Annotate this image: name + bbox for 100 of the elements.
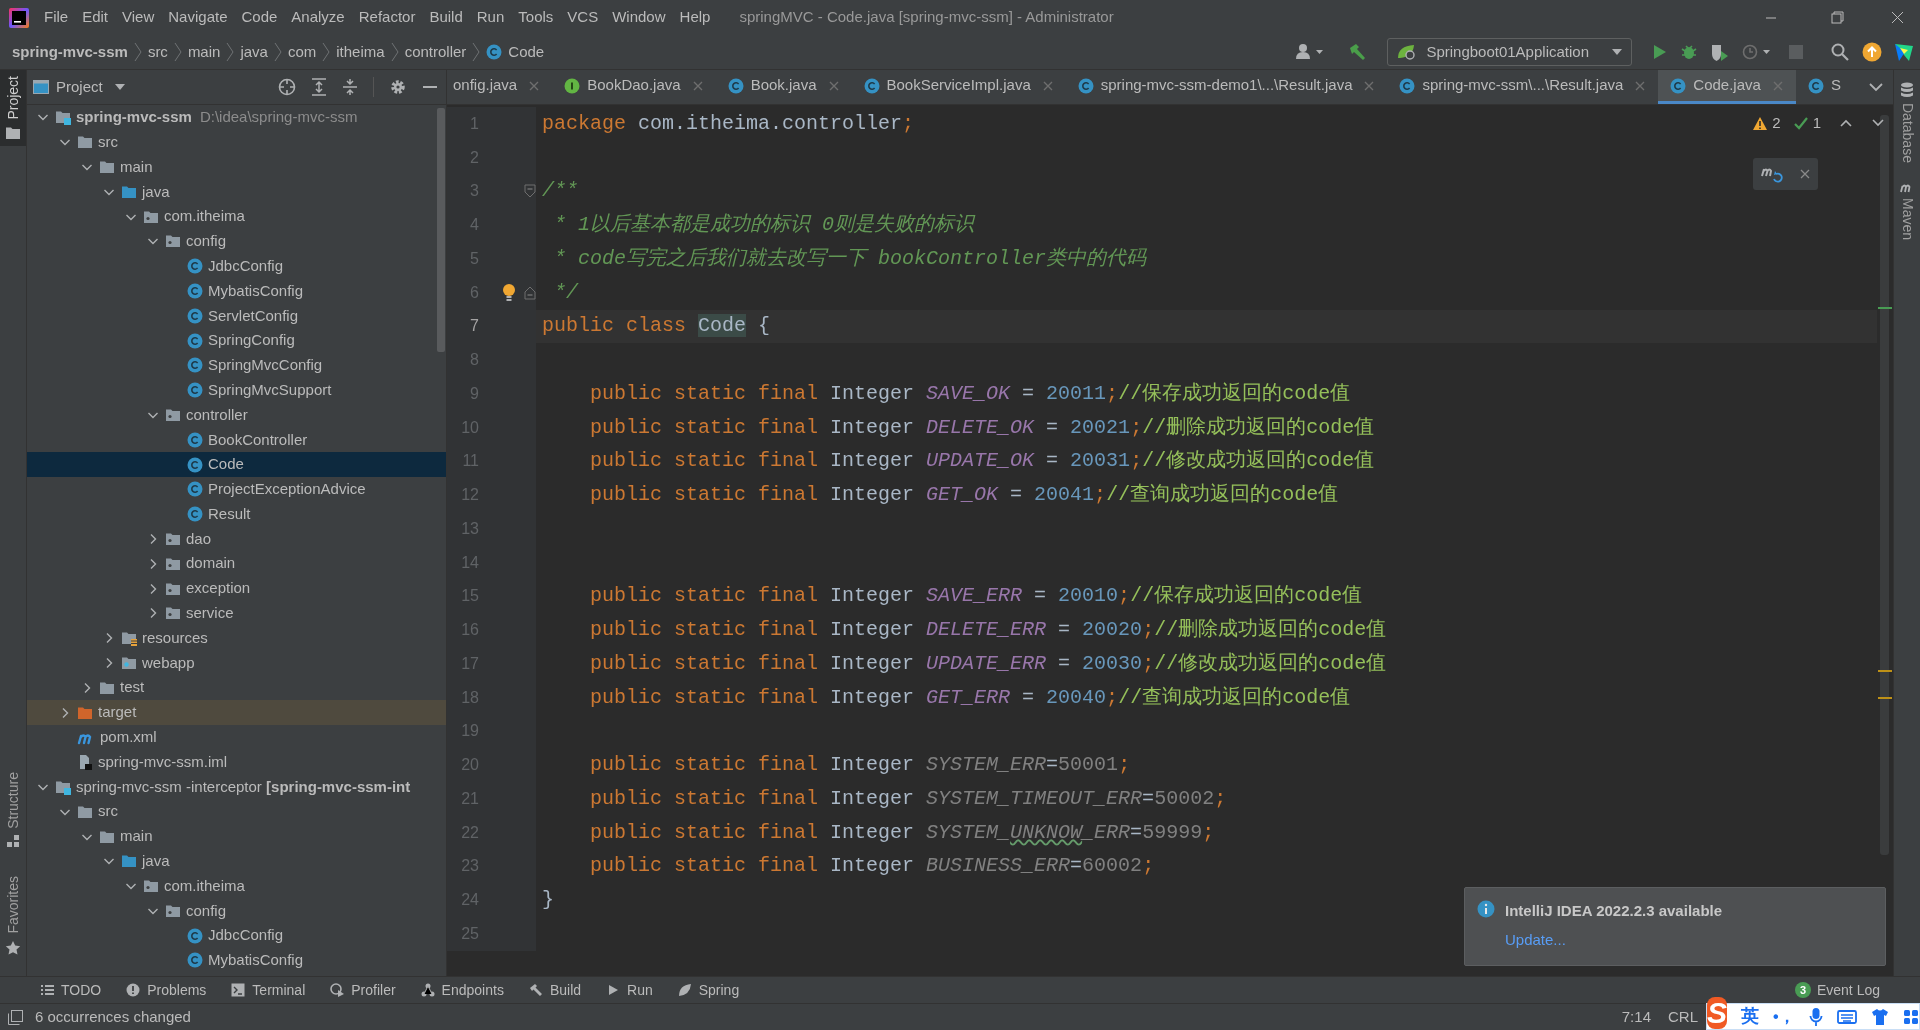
punctuation-toggle[interactable]: •， bbox=[1773, 1004, 1795, 1029]
tree-item[interactable]: target bbox=[27, 700, 446, 725]
editor-tab[interactable]: Code.java bbox=[1658, 70, 1796, 104]
menu-item[interactable]: Window bbox=[605, 6, 673, 29]
search-icon[interactable] bbox=[1830, 42, 1850, 62]
tree-item[interactable]: main bbox=[27, 824, 446, 849]
grid-icon[interactable] bbox=[1902, 1008, 1919, 1025]
tool-window-tab[interactable]: Project bbox=[0, 70, 26, 146]
tree-item[interactable]: spring-mvc-ssm D:\idea\spring-mvc-ssm bbox=[27, 105, 446, 130]
profiler-icon[interactable] bbox=[1742, 43, 1772, 61]
tree-item[interactable]: config bbox=[27, 898, 446, 924]
tree-item[interactable]: com.itheima bbox=[27, 204, 446, 229]
breadcrumb-item[interactable]: spring-mvc-ssm bbox=[12, 40, 128, 64]
tree-item[interactable]: com.itheima bbox=[27, 873, 446, 899]
menu-item[interactable]: Refactor bbox=[351, 6, 423, 29]
expand-all-icon[interactable] bbox=[311, 78, 327, 96]
editor-tab[interactable]: S bbox=[1795, 70, 1853, 104]
tree-item[interactable]: config bbox=[27, 229, 446, 254]
coverage-icon[interactable] bbox=[1710, 43, 1730, 61]
event-log-button[interactable]: 3 Event Log bbox=[1794, 979, 1880, 1001]
tree-item[interactable]: SpringMvcSupport bbox=[27, 377, 446, 403]
menu-item[interactable]: Run bbox=[469, 6, 512, 29]
tree-item[interactable]: src bbox=[27, 799, 446, 825]
input-mode-toggle[interactable]: 英 bbox=[1741, 1003, 1759, 1030]
locate-icon[interactable] bbox=[278, 78, 296, 96]
tool-window-tab[interactable]: Database bbox=[1896, 82, 1918, 163]
microphone-icon[interactable] bbox=[1808, 1006, 1823, 1027]
scrollbar[interactable] bbox=[437, 108, 445, 352]
menu-item[interactable]: Analyze bbox=[284, 6, 352, 29]
editor-tab[interactable]: BookDao.java bbox=[552, 70, 716, 104]
tree-item[interactable]: Code bbox=[27, 452, 446, 477]
tree-item[interactable]: Result bbox=[27, 501, 446, 527]
tree-item[interactable]: resources bbox=[27, 625, 446, 651]
tree-item[interactable]: ServletConfig bbox=[27, 303, 446, 329]
breadcrumb-item[interactable]: java bbox=[240, 40, 268, 64]
tree-item[interactable]: SpringMvcConfig bbox=[27, 352, 446, 378]
tree-item[interactable]: java bbox=[27, 848, 446, 874]
tree-item[interactable]: src bbox=[27, 129, 446, 155]
tree-item[interactable]: SpringConfig bbox=[27, 328, 446, 353]
menu-item[interactable]: Navigate bbox=[161, 6, 235, 29]
view-dropdown[interactable]: Project bbox=[33, 75, 126, 99]
tool-window-button[interactable]: Terminal bbox=[231, 979, 306, 1001]
tool-window-tab[interactable]: Favorites bbox=[0, 870, 26, 962]
menu-item[interactable]: Edit bbox=[75, 6, 116, 29]
tool-window-button[interactable]: Problems bbox=[126, 979, 207, 1001]
keyboard-icon[interactable] bbox=[1836, 1008, 1857, 1025]
menu-item[interactable]: Build bbox=[422, 6, 470, 29]
scrollbar[interactable] bbox=[1880, 115, 1889, 855]
update-link[interactable]: Update... bbox=[1505, 928, 1566, 951]
tree-item[interactable]: JdbcConfig bbox=[27, 253, 446, 279]
breadcrumb-item[interactable]: com bbox=[287, 40, 317, 64]
hammer-icon[interactable] bbox=[1347, 42, 1368, 62]
tree-item[interactable]: main bbox=[27, 154, 446, 180]
tool-window-button[interactable]: TODO bbox=[40, 979, 102, 1001]
breadcrumb-item[interactable]: main bbox=[187, 40, 221, 64]
breadcrumb-item[interactable]: src bbox=[147, 40, 168, 64]
tool-window-tab[interactable]: Structure bbox=[0, 765, 26, 855]
lightbulb-icon[interactable] bbox=[502, 282, 516, 303]
tool-window-button[interactable]: Spring bbox=[677, 979, 740, 1001]
editor-tab[interactable]: BookServiceImpl.java bbox=[851, 70, 1066, 104]
editor-tab[interactable]: spring-mvc-ssm-demo1\...\Result.java bbox=[1065, 70, 1388, 104]
tool-window-tab[interactable]: Maven bbox=[1896, 180, 1918, 240]
menu-item[interactable]: Tools bbox=[511, 6, 561, 29]
menu-item[interactable]: VCS bbox=[560, 6, 606, 29]
debug-icon[interactable] bbox=[1680, 43, 1698, 61]
run-configuration-dropdown[interactable]: Springboot01Application bbox=[1387, 38, 1632, 66]
tree-item[interactable]: ProjectExceptionAdvice bbox=[27, 476, 446, 502]
collapse-all-icon[interactable] bbox=[342, 78, 358, 96]
tree-item[interactable]: service bbox=[27, 600, 446, 626]
menu-item[interactable]: Help bbox=[672, 6, 718, 29]
tree-item[interactable]: BookController bbox=[27, 427, 446, 453]
tree-item[interactable]: controller bbox=[27, 402, 446, 428]
editor-tab[interactable]: spring-mvc-ssm\...\Result.java bbox=[1387, 70, 1659, 104]
tool-window-button[interactable]: Endpoints bbox=[420, 979, 504, 1001]
breadcrumb-item[interactable]: itheima bbox=[336, 40, 385, 64]
breadcrumb-item[interactable]: Code bbox=[486, 40, 545, 64]
input-method-logo[interactable]: S bbox=[1707, 996, 1727, 1029]
fold-icon[interactable] bbox=[524, 285, 536, 300]
caret-position[interactable]: 7:14 bbox=[1621, 1005, 1651, 1029]
tree-item[interactable]: webapp bbox=[27, 650, 446, 676]
tree-item[interactable]: spring-mvc-ssm.iml bbox=[27, 749, 446, 775]
menu-item[interactable]: File bbox=[37, 6, 76, 29]
close-icon[interactable] bbox=[1799, 169, 1810, 179]
tree-item[interactable]: pom.xml bbox=[27, 724, 446, 750]
editor-tab[interactable]: onfig.java bbox=[447, 70, 553, 104]
toolbox-icon[interactable] bbox=[1894, 42, 1914, 62]
editor-tab[interactable]: Book.java bbox=[715, 70, 852, 104]
settings-icon[interactable] bbox=[389, 78, 407, 96]
line-separator[interactable]: CRL bbox=[1668, 1005, 1698, 1029]
menu-item[interactable]: View bbox=[115, 6, 162, 29]
tree-item[interactable]: exception bbox=[27, 576, 446, 601]
shirt-icon[interactable] bbox=[1870, 1007, 1889, 1026]
update-icon[interactable] bbox=[1862, 42, 1882, 62]
status-panel-icon[interactable] bbox=[8, 1009, 23, 1025]
tree-item[interactable]: domain bbox=[27, 551, 446, 577]
user-icon[interactable] bbox=[1295, 42, 1326, 62]
tree-item[interactable]: MybatisConfig bbox=[27, 278, 446, 304]
tool-window-button[interactable]: Profiler bbox=[330, 979, 396, 1001]
tree-item[interactable]: dao bbox=[27, 526, 446, 552]
tree-item[interactable]: java bbox=[27, 179, 446, 205]
